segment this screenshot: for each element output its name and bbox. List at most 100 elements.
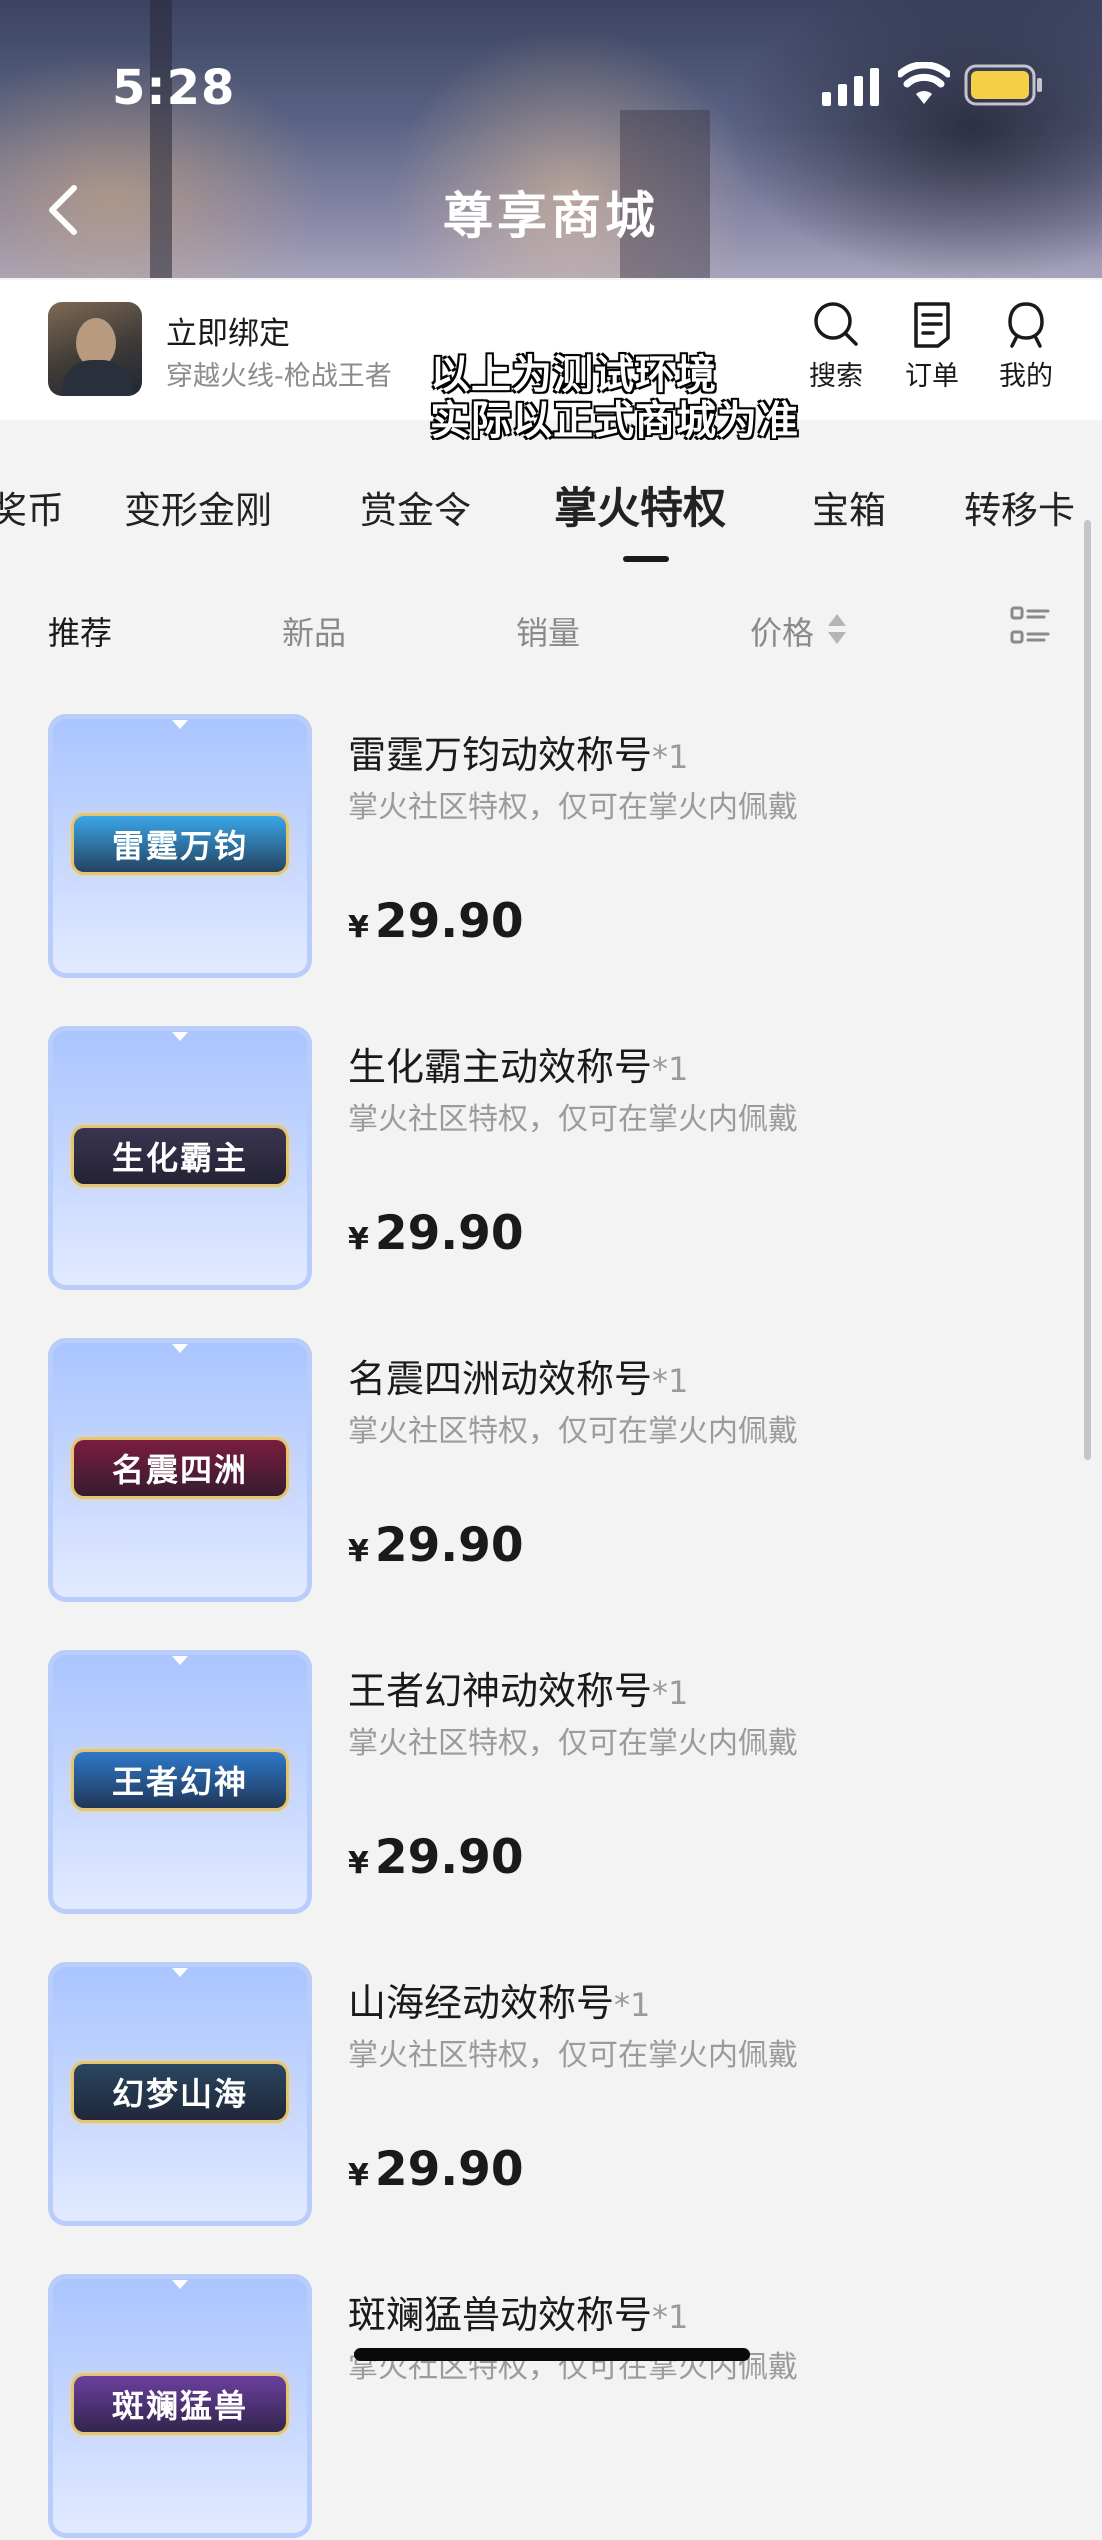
currency-symbol: ¥ — [348, 910, 369, 945]
avatar-body — [62, 360, 132, 396]
product-item[interactable]: 名震四洲 名震四洲动效称号*1 掌火社区特权，仅可在掌火内佩戴 ¥29.90 — [48, 1338, 1048, 1604]
sort-sales[interactable]: 销量 — [516, 608, 580, 654]
tab-privilege[interactable]: 掌火特权 — [554, 474, 726, 536]
tab-transformers[interactable]: 变形金刚 — [124, 480, 272, 534]
sort-recommended[interactable]: 推荐 — [48, 608, 112, 654]
product-item[interactable]: 生化霸主 生化霸主动效称号*1 掌火社区特权，仅可在掌火内佩戴 ¥29.90 — [48, 1026, 1048, 1292]
cellular-signal-icon — [822, 68, 879, 106]
thumb-notch — [172, 2280, 188, 2289]
title-badge-image: 斑斓猛兽 — [74, 2376, 286, 2432]
product-thumbnail: 雷霆万钧 — [48, 714, 312, 978]
product-description: 掌火社区特权，仅可在掌火内佩戴 — [348, 790, 798, 825]
order-icon — [914, 302, 950, 348]
thumb-notch — [172, 1656, 188, 1665]
product-title: 雷霆万钧动效称号*1 — [348, 724, 688, 779]
game-name: 穿越火线-枪战王者 — [166, 361, 392, 392]
product-price: ¥29.90 — [348, 2142, 524, 2197]
product-quantity: *1 — [652, 738, 689, 776]
product-name: 王者幻神动效称号 — [348, 1669, 653, 1713]
bind-account-link[interactable]: 立即绑定 — [166, 308, 290, 353]
product-description: 掌火社区特权，仅可在掌火内佩戴 — [348, 2038, 798, 2073]
profile-button[interactable]: 我的 — [986, 300, 1066, 400]
product-quantity: *1 — [652, 1674, 689, 1712]
active-tab-indicator — [623, 556, 669, 562]
tab-bounty[interactable]: 赏金令 — [360, 480, 471, 534]
test-env-watermark: 以上为测试环境 实际以正式商城为准 — [430, 352, 799, 444]
product-item[interactable]: 王者幻神 王者幻神动效称号*1 掌火社区特权，仅可在掌火内佩戴 ¥29.90 — [48, 1650, 1048, 1916]
page-title: 尊享商城 — [443, 187, 659, 245]
wifi-icon — [898, 62, 950, 104]
product-thumbnail: 王者幻神 — [48, 1650, 312, 1914]
product-title: 名震四洲动效称号*1 — [348, 1348, 688, 1403]
product-title: 王者幻神动效称号*1 — [348, 1660, 688, 1715]
price-amount: 29.90 — [374, 1518, 524, 1573]
sort-arrows-icon — [828, 614, 846, 644]
currency-symbol: ¥ — [348, 1846, 369, 1881]
thumb-notch — [172, 1344, 188, 1353]
title-badge-image: 幻梦山海 — [74, 2064, 286, 2120]
tab-chest[interactable]: 宝箱 — [812, 480, 886, 534]
watermark-line: 以上为测试环境 — [430, 352, 717, 398]
product-name: 斑斓猛兽动效称号 — [348, 2293, 653, 2337]
product-item[interactable]: 雷霆万钧 雷霆万钧动效称号*1 掌火社区特权，仅可在掌火内佩戴 ¥29.90 — [48, 714, 1048, 980]
product-price: ¥29.90 — [348, 1518, 524, 1573]
search-button[interactable]: 搜索 — [796, 300, 876, 400]
product-description: 掌火社区特权，仅可在掌火内佩戴 — [348, 1102, 798, 1137]
currency-symbol: ¥ — [348, 2158, 369, 2193]
price-amount: 29.90 — [374, 894, 524, 949]
category-tabs: 奖币 变形金刚 赏金令 掌火特权 宝箱 转移卡 — [0, 440, 1102, 570]
product-item[interactable]: 斑斓猛兽 斑斓猛兽动效称号*1 掌火社区特权，仅可在掌火内佩戴 — [48, 2274, 1048, 2540]
profile-icon — [1008, 302, 1044, 348]
price-amount: 29.90 — [374, 2142, 524, 2197]
product-quantity: *1 — [614, 1986, 651, 2024]
currency-symbol: ¥ — [348, 1222, 369, 1257]
order-button[interactable]: 订单 — [892, 300, 972, 400]
title-badge-image: 生化霸主 — [74, 1128, 286, 1184]
product-name: 名震四洲动效称号 — [348, 1357, 653, 1401]
product-quantity: *1 — [652, 1050, 689, 1088]
thumb-notch — [172, 1968, 188, 1977]
product-name: 生化霸主动效称号 — [348, 1045, 653, 1089]
product-title: 生化霸主动效称号*1 — [348, 1036, 688, 1091]
sort-bar: 推荐 新品 销量 价格 — [0, 580, 1102, 680]
product-quantity: *1 — [652, 1362, 689, 1400]
thumb-notch — [172, 720, 188, 729]
product-description: 掌火社区特权，仅可在掌火内佩戴 — [348, 1414, 798, 1449]
title-badge-image: 名震四洲 — [74, 1440, 286, 1496]
scrollbar[interactable] — [1084, 520, 1091, 1460]
product-thumbnail: 生化霸主 — [48, 1026, 312, 1290]
currency-symbol: ¥ — [348, 1534, 369, 1569]
title-badge-image: 雷霆万钧 — [74, 816, 286, 872]
home-indicator[interactable] — [354, 2348, 750, 2361]
product-thumbnail: 斑斓猛兽 — [48, 2274, 312, 2538]
list-view-toggle-icon[interactable] — [1010, 606, 1050, 646]
product-title: 山海经动效称号*1 — [348, 1972, 650, 2027]
product-description: 掌火社区特权，仅可在掌火内佩戴 — [348, 1726, 798, 1761]
game-avatar[interactable] — [48, 302, 142, 396]
status-bar: 5:28 — [0, 0, 1102, 170]
product-quantity: *1 — [652, 2298, 689, 2336]
search-icon — [814, 302, 858, 346]
product-name: 雷霆万钧动效称号 — [348, 733, 653, 777]
tab-transfer-card[interactable]: 转移卡 — [964, 480, 1075, 534]
price-amount: 29.90 — [374, 1830, 524, 1885]
header-banner: 5:28 尊享商城 — [0, 0, 1102, 278]
product-thumbnail: 名震四洲 — [48, 1338, 312, 1602]
battery-icon — [964, 64, 1042, 106]
thumb-notch — [172, 1032, 188, 1041]
search-label: 搜索 — [809, 361, 863, 392]
status-time: 5:28 — [112, 60, 236, 116]
product-item[interactable]: 幻梦山海 山海经动效称号*1 掌火社区特权，仅可在掌火内佩戴 ¥29.90 — [48, 1962, 1048, 2228]
price-amount: 29.90 — [374, 1206, 524, 1261]
tab-coins[interactable]: 奖币 — [0, 480, 64, 534]
product-thumbnail: 幻梦山海 — [48, 1962, 312, 2226]
profile-label: 我的 — [999, 361, 1053, 392]
product-price: ¥29.90 — [348, 894, 524, 949]
title-badge-image: 王者幻神 — [74, 1752, 286, 1808]
sort-price[interactable]: 价格 — [750, 608, 814, 654]
sort-new[interactable]: 新品 — [282, 608, 346, 654]
product-title: 斑斓猛兽动效称号*1 — [348, 2284, 688, 2339]
product-price: ¥29.90 — [348, 1830, 524, 1885]
product-name: 山海经动效称号 — [348, 1981, 615, 2025]
order-label: 订单 — [905, 361, 959, 392]
